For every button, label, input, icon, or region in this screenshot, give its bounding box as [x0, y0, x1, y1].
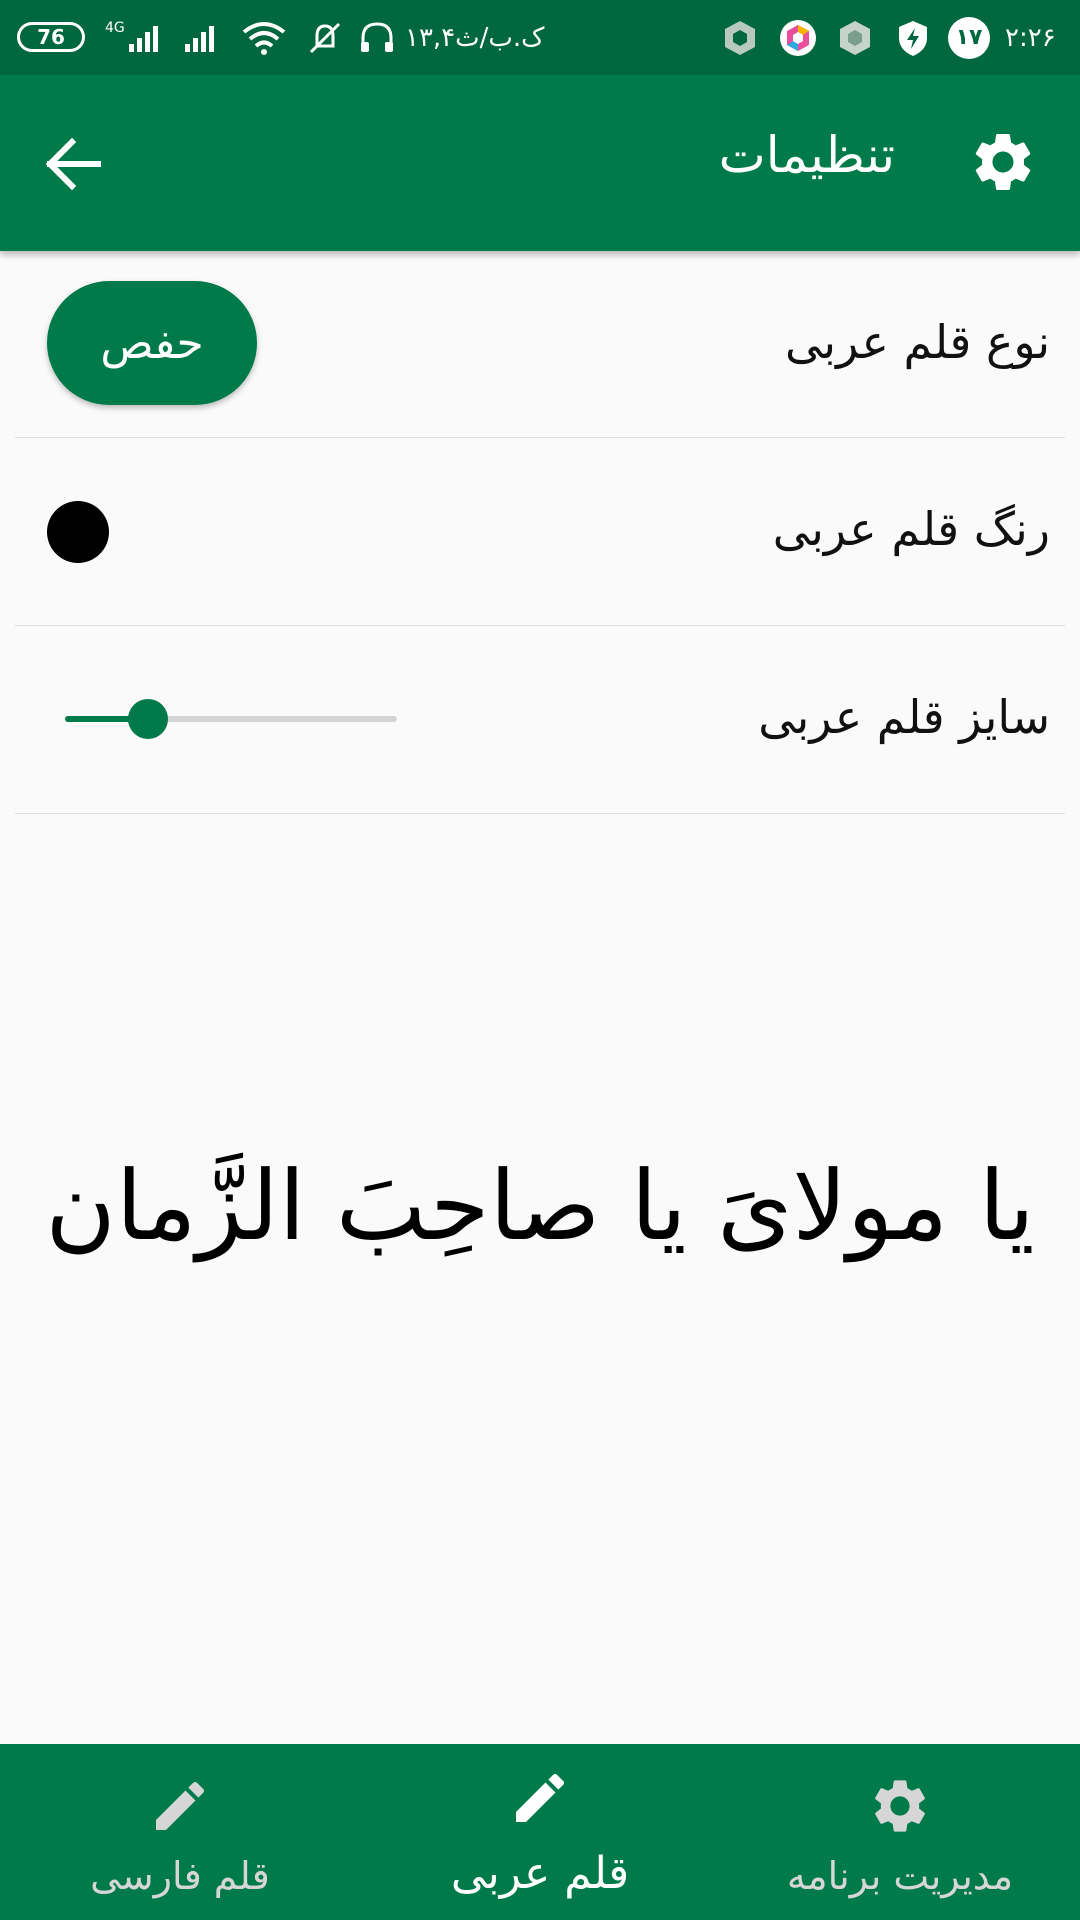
settings-gear-icon	[968, 127, 1038, 197]
setting-row-font-size: سایز قلم عربی	[15, 626, 1065, 814]
date-text: ک.ب/ث۱۳,۴	[405, 22, 545, 53]
status-date: ک.ب/ث۱۳,۴	[405, 0, 544, 75]
page-title: تنظیمات	[718, 126, 895, 184]
nav-label-app-management: مدیریت برنامه	[786, 1854, 1014, 1898]
app-bar: تنظیمات	[0, 75, 1080, 251]
shield-bolt-icon	[893, 0, 933, 75]
setting-row-font-type[interactable]: نوع قلم عربی حفص	[15, 251, 1065, 438]
font-size-label: سایز قلم عربی	[758, 690, 1050, 744]
app-hexagon-icon-2	[835, 0, 875, 75]
pencil-icon	[516, 1773, 565, 1822]
signal-strength-icon	[128, 25, 214, 52]
slider-thumb[interactable]	[128, 699, 168, 739]
time-text: ۲:۲۶	[1005, 22, 1056, 53]
clock: ۲:۲۶	[1005, 0, 1056, 75]
network-type: 4G	[105, 19, 125, 36]
notification-count-badge: ۱۷	[948, 0, 990, 75]
arrow-left-icon	[45, 137, 101, 191]
pencil-icon	[156, 1781, 205, 1830]
font-color-swatch[interactable]	[47, 501, 109, 563]
battery-level: 76	[37, 25, 65, 49]
app-colorful-icon	[778, 0, 818, 75]
setting-row-font-color[interactable]: رنگ قلم عربی	[15, 438, 1065, 626]
wifi-icon	[240, 0, 288, 75]
font-type-button[interactable]: حفص	[47, 281, 257, 405]
nav-item-arabic-font[interactable]: قلم عربی	[360, 1744, 720, 1920]
headset-icon	[357, 0, 397, 75]
nav-item-app-management[interactable]: مدیریت برنامه	[720, 1744, 1080, 1920]
nav-label-persian-font: قلم فارسی	[90, 1854, 270, 1898]
status-bar: 76 4G ک.ب/ث۱۳,۴ ۱۷ ۲:۲۶	[0, 0, 1080, 75]
notification-count: ۱۷	[955, 25, 983, 50]
nav-item-persian-font[interactable]: قلم فارسی	[0, 1744, 360, 1920]
font-type-value: حفص	[100, 317, 204, 369]
back-button[interactable]	[40, 129, 110, 199]
muted-bell-icon	[305, 0, 345, 75]
battery-indicator: 76	[17, 22, 85, 52]
arabic-preview-text: یا مولاىَ یا صاحِبَ الزَّمان	[45, 1150, 1035, 1262]
bottom-navigation: قلم فارسی قلم عربی مدیریت برنامه	[0, 1744, 1080, 1920]
font-type-label: نوع قلم عربی	[784, 315, 1050, 369]
signal-icons: 4G	[105, 0, 245, 75]
nav-label-arabic-font: قلم عربی	[450, 1848, 630, 1899]
gear-icon	[875, 1780, 925, 1832]
font-size-slider[interactable]	[65, 699, 397, 739]
font-color-label: رنگ قلم عربی	[772, 502, 1050, 556]
app-hexagon-icon	[720, 0, 760, 75]
